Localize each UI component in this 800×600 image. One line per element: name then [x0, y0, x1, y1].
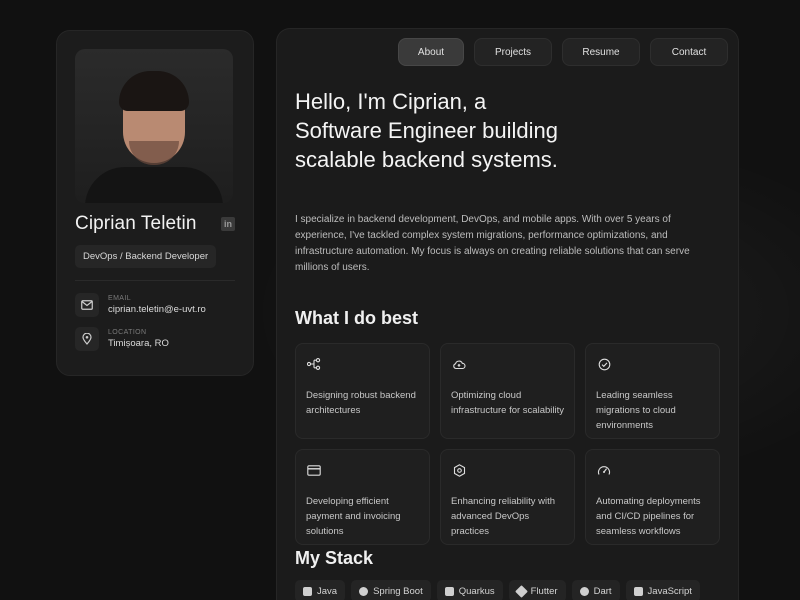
check-circle-icon	[596, 356, 612, 372]
contact-email[interactable]: EMAIL ciprian.teletin@e-uvt.ro	[75, 293, 235, 317]
location-label: LOCATION	[108, 329, 147, 336]
stack-chip-javascript: JavaScript	[625, 580, 700, 600]
stack-chip-java: Java	[295, 580, 346, 600]
flutter-icon	[514, 584, 528, 598]
profile-name: Ciprian Teletin	[75, 213, 197, 234]
service-text: Optimizing cloud infrastructure for scal…	[451, 390, 564, 416]
map-pin-icon	[75, 327, 99, 351]
stack-chip-label: Flutter	[530, 585, 558, 597]
stack-chip-label: Quarkus	[458, 585, 495, 597]
nav-contact[interactable]: Contact	[650, 38, 728, 66]
service-text: Leading seamless migrations to cloud env…	[596, 390, 676, 431]
stack-chip-label: JavaScript	[647, 585, 692, 597]
profile-card: Ciprian Teletin in DevOps / Backend Deve…	[56, 30, 254, 376]
stack-chip-spring-boot: Spring Boot	[351, 580, 431, 600]
service-text: Developing efficient payment and invoici…	[306, 496, 401, 537]
contact-location: LOCATION Timișoara, RO	[75, 327, 235, 351]
service-card: Enhancing reliability with advanced DevO…	[440, 449, 575, 545]
spring-boot-icon	[359, 586, 369, 596]
hero-line-2: Software Engineer building	[295, 118, 558, 143]
java-icon	[303, 586, 312, 596]
credit-card-icon	[306, 462, 322, 478]
stack-chip-label: Spring Boot	[373, 585, 423, 597]
email-label: EMAIL	[108, 295, 132, 302]
network-icon	[306, 356, 322, 372]
quarkus-icon	[444, 586, 454, 596]
service-card: Automating deployments and CI/CD pipelin…	[585, 449, 720, 545]
stack-list: Java Spring Boot Quarkus Flutter Dart Ja…	[295, 580, 700, 600]
service-text: Enhancing reliability with advanced DevO…	[451, 496, 556, 537]
divider	[75, 280, 235, 281]
role-badge: DevOps / Backend Developer	[75, 245, 217, 268]
hero-intro: I specialize in backend development, Dev…	[295, 214, 690, 273]
linkedin-icon[interactable]: in	[221, 217, 235, 231]
service-text: Automating deployments and CI/CD pipelin…	[596, 496, 701, 537]
stack-title: My Stack	[295, 548, 374, 568]
nav-about[interactable]: About	[398, 38, 464, 66]
stack-chip-label: Dart	[593, 585, 612, 597]
service-card: Designing robust backend architectures	[295, 343, 430, 439]
javascript-icon	[633, 586, 643, 596]
services-grid: Designing robust backend architectures O…	[295, 343, 720, 545]
hero-line-3: scalable backend systems.	[295, 147, 558, 172]
service-card: Leading seamless migrations to cloud env…	[585, 343, 720, 439]
nav-projects[interactable]: Projects	[474, 38, 552, 66]
top-nav: About Projects Resume Contact	[398, 38, 728, 66]
stack-chip-label: Java	[317, 585, 338, 597]
service-text: Designing robust backend architectures	[306, 390, 416, 416]
hexagon-icon	[451, 462, 467, 478]
nav-resume[interactable]: Resume	[562, 38, 640, 66]
service-card: Developing efficient payment and invoici…	[295, 449, 430, 545]
mail-icon	[75, 293, 99, 317]
service-card: Optimizing cloud infrastructure for scal…	[440, 343, 575, 439]
stack-chip-quarkus: Quarkus	[436, 580, 503, 600]
name-row: Ciprian Teletin in	[75, 213, 235, 235]
avatar	[75, 49, 233, 203]
hero-headline: Hello, I'm Ciprian, a Software Engineer …	[295, 87, 715, 174]
location-value: Timișoara, RO	[108, 338, 169, 349]
hero-line-1: Hello, I'm Ciprian, a	[295, 89, 487, 114]
services-title: What I do best	[295, 308, 418, 328]
email-value[interactable]: ciprian.teletin@e-uvt.ro	[108, 304, 206, 315]
stack-chip-flutter: Flutter	[508, 580, 566, 600]
gauge-icon	[596, 462, 612, 478]
stack-chip-dart: Dart	[571, 580, 620, 600]
main-panel: About Projects Resume Contact Hello, I'm…	[276, 28, 739, 600]
cloud-icon	[451, 356, 467, 372]
dart-icon	[579, 586, 589, 596]
